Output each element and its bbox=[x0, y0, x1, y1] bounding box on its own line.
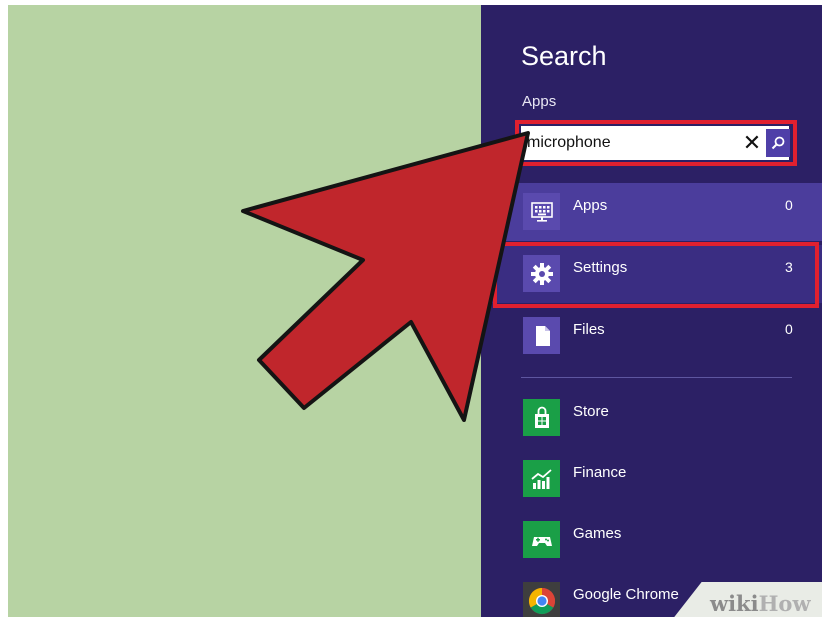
search-box-highlight bbox=[515, 120, 797, 166]
wikihow-watermark: wikiHow bbox=[710, 591, 811, 616]
result-label-apps: Apps bbox=[573, 197, 608, 214]
app-item-finance[interactable]: Finance bbox=[481, 450, 822, 508]
settings-highlight bbox=[493, 242, 819, 308]
result-label-files: Files bbox=[573, 321, 605, 338]
app-label-google-chrome: Google Chrome bbox=[573, 586, 679, 603]
app-item-store[interactable]: Store bbox=[481, 389, 822, 447]
desktop-background bbox=[8, 5, 481, 617]
result-files[interactable]: Files 0 bbox=[481, 307, 822, 365]
search-charm-title: Search bbox=[521, 41, 607, 71]
search-charm-panel: Search Apps ✕ bbox=[481, 5, 822, 617]
app-label-store: Store bbox=[573, 403, 609, 420]
chrome-icon bbox=[523, 582, 560, 617]
watermark-wiki: wiki bbox=[710, 591, 759, 616]
result-count-files: 0 bbox=[785, 321, 793, 337]
result-apps[interactable]: Apps 0 bbox=[481, 183, 822, 241]
result-count-apps: 0 bbox=[785, 197, 793, 213]
screenshot-frame: Search Apps ✕ bbox=[8, 5, 822, 617]
app-item-games[interactable]: Games bbox=[481, 511, 822, 569]
file-icon bbox=[523, 317, 560, 354]
watermark-how: How bbox=[758, 591, 811, 616]
gamepad-icon bbox=[523, 521, 560, 558]
search-scope-label[interactable]: Apps bbox=[522, 93, 556, 110]
finance-chart-icon bbox=[523, 460, 560, 497]
store-bag-icon bbox=[523, 399, 560, 436]
results-divider bbox=[521, 377, 792, 378]
keyboard-monitor-icon bbox=[523, 193, 560, 230]
app-label-games: Games bbox=[573, 525, 622, 542]
app-label-finance: Finance bbox=[573, 464, 627, 481]
